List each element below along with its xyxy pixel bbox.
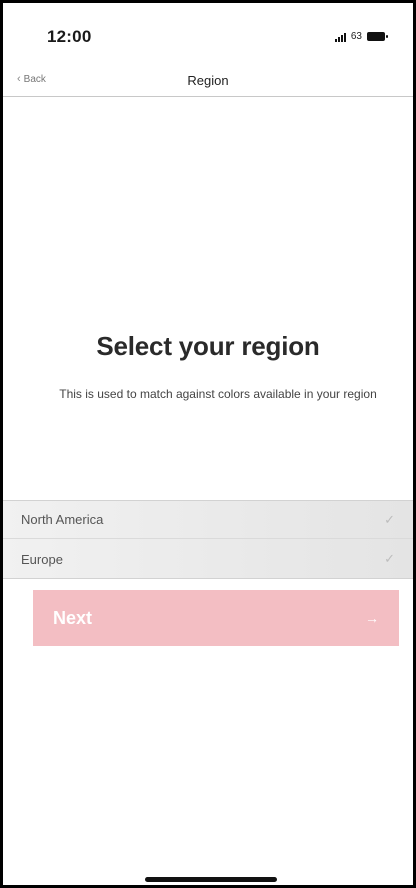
signal-icon bbox=[334, 32, 346, 42]
status-bar: 12:00 63 bbox=[3, 3, 413, 65]
battery-percent: 63 bbox=[350, 31, 362, 42]
arrow-right-icon: → bbox=[365, 610, 379, 626]
navigation-bar: ‹ Back Region bbox=[3, 65, 413, 97]
battery-icon bbox=[367, 32, 388, 41]
next-label: Next bbox=[53, 607, 93, 628]
region-item-north-america[interactable]: North America ✓ bbox=[3, 501, 413, 539]
region-label: North America bbox=[21, 512, 104, 527]
status-indicators: 63 bbox=[334, 31, 388, 42]
region-label: Europe bbox=[21, 551, 63, 567]
nav-title: Region bbox=[187, 73, 229, 88]
page-description: This is used to match against colors ava… bbox=[59, 387, 377, 401]
status-time: 12:00 bbox=[47, 27, 92, 46]
next-button[interactable]: Next → bbox=[33, 590, 399, 646]
region-item-europe[interactable]: Europe ✓ bbox=[3, 540, 413, 578]
page-title: Select your region bbox=[96, 331, 320, 361]
phone-screen: 12:00 63 ‹ Back Region Select your regio… bbox=[0, 0, 416, 888]
region-list: North America ✓ Europe ✓ bbox=[3, 500, 413, 579]
check-icon: ✓ bbox=[384, 551, 395, 566]
home-indicator bbox=[145, 877, 277, 882]
check-icon: ✓ bbox=[384, 511, 395, 527]
